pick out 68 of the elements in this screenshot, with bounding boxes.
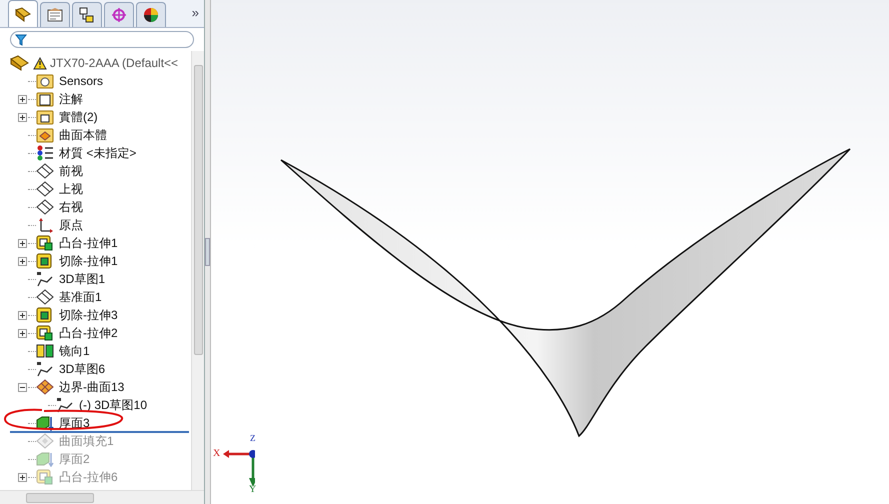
more-tabs-button[interactable]: » xyxy=(188,2,202,22)
origin-icon xyxy=(36,217,54,233)
sketch-icon xyxy=(36,361,54,377)
folder-icon xyxy=(36,127,54,143)
material-icon xyxy=(36,145,54,161)
tree-item[interactable]: 凸台-拉伸1 xyxy=(59,234,118,252)
tree-item[interactable]: 厚面3 xyxy=(59,414,90,432)
expand-toggle-icon[interactable] xyxy=(18,238,26,248)
warning-icon xyxy=(33,56,47,70)
extrude-icon xyxy=(36,469,54,485)
pie-icon xyxy=(142,7,160,23)
z-axis-label: Z xyxy=(250,432,256,445)
thicken-icon xyxy=(36,415,54,431)
panel-tab[interactable] xyxy=(72,2,102,27)
tree-item[interactable]: 凸台-拉伸2 xyxy=(59,324,118,342)
plane-icon xyxy=(36,181,54,197)
sketch-icon xyxy=(56,397,74,413)
filter-icon xyxy=(15,34,27,46)
tree-item[interactable]: 材質 <未指定> xyxy=(59,144,136,162)
extrude-icon xyxy=(36,325,54,341)
tree-item[interactable]: 3D草图6 xyxy=(59,360,106,378)
tree-item[interactable]: 右视 xyxy=(59,198,83,216)
fill-surface-icon xyxy=(36,433,54,449)
cut-icon xyxy=(36,253,54,269)
tree-item[interactable]: 原点 xyxy=(59,216,83,234)
folder-icon xyxy=(36,73,54,89)
tree-item[interactable]: 上视 xyxy=(59,180,83,198)
expand-toggle-icon[interactable] xyxy=(18,472,26,482)
part-icon xyxy=(10,55,30,71)
plane-icon xyxy=(36,289,54,305)
cut-icon xyxy=(36,307,54,323)
folder-icon xyxy=(36,109,54,125)
tree-item[interactable]: Sensors xyxy=(59,72,104,90)
expand-toggle-icon[interactable] xyxy=(18,256,26,266)
plane-icon xyxy=(36,199,54,215)
tree-item[interactable]: 前视 xyxy=(59,162,83,180)
collapse-toggle-icon[interactable] xyxy=(18,382,26,392)
tree-icon xyxy=(78,7,96,23)
extrude-icon xyxy=(36,235,54,251)
tree-item[interactable]: 曲面本體 xyxy=(59,126,107,144)
tree-item[interactable]: 切除-拉伸3 xyxy=(59,306,118,324)
expand-toggle-icon[interactable] xyxy=(18,328,26,338)
folder-icon xyxy=(36,91,54,107)
x-axis-label: X xyxy=(213,447,220,461)
expand-toggle-icon[interactable] xyxy=(18,310,26,320)
property-sheet-icon xyxy=(46,7,64,23)
tree-item[interactable]: 边界-曲面13 xyxy=(59,378,124,396)
panel-tab[interactable] xyxy=(136,2,166,27)
part-icon xyxy=(14,6,32,22)
part-name[interactable]: JTX70-2AAA (Default<< xyxy=(50,54,178,72)
tree-item[interactable]: 基准面1 xyxy=(59,288,102,306)
sketch-icon xyxy=(36,271,54,287)
tree-item[interactable]: 切除-拉伸1 xyxy=(59,252,118,270)
thicken-icon xyxy=(36,451,54,467)
tree-item[interactable]: 注解 xyxy=(59,90,83,108)
tree-item[interactable]: 實體(2) xyxy=(59,108,98,126)
panel-tab[interactable] xyxy=(8,0,38,27)
tree-item[interactable]: 镜向1 xyxy=(59,342,90,360)
crosshair-icon xyxy=(110,7,128,23)
expand-toggle-icon[interactable] xyxy=(18,112,26,122)
y-axis-label: Y xyxy=(249,483,256,497)
filter-field[interactable] xyxy=(10,31,194,48)
mirror-icon xyxy=(36,343,54,359)
tree-item[interactable]: 3D草图1 xyxy=(59,270,106,288)
expand-toggle-icon[interactable] xyxy=(18,94,26,104)
surface-icon xyxy=(36,379,54,395)
panel-tab[interactable] xyxy=(40,2,70,27)
plane-icon xyxy=(36,163,54,179)
